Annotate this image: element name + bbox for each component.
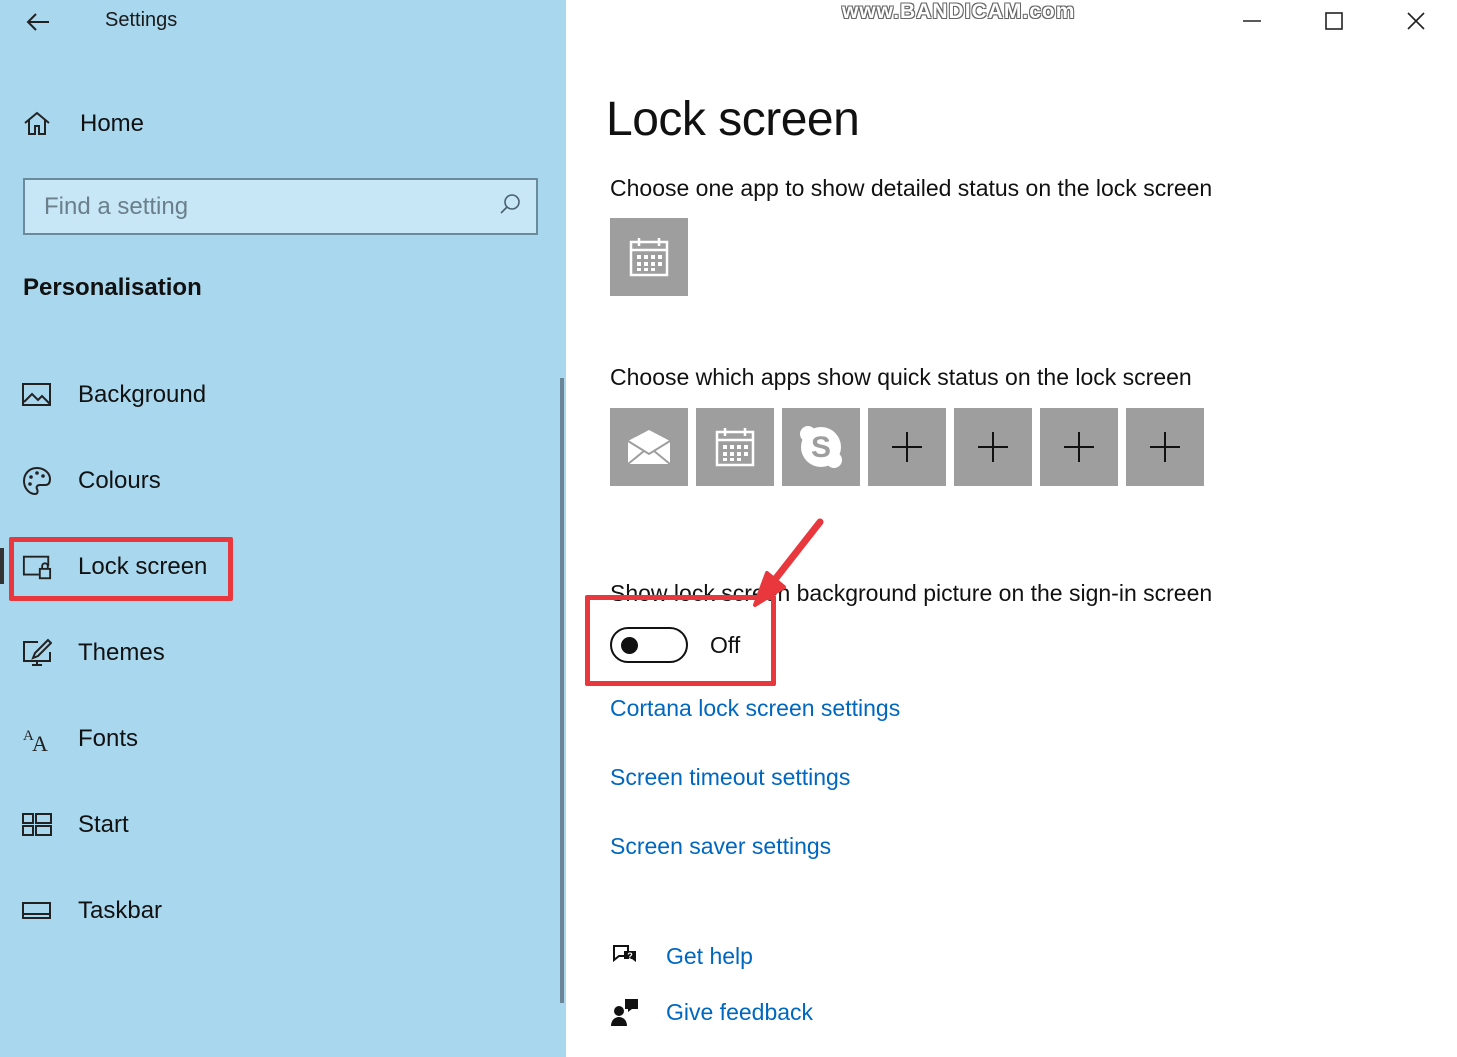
search-input[interactable] (44, 192, 498, 221)
annotation-arrow (753, 518, 824, 607)
sidebar-item-label: Background (78, 381, 207, 408)
maximize-button[interactable] (1293, 0, 1375, 42)
signin-picture-toggle[interactable] (610, 627, 688, 663)
sidebar-item-start[interactable]: Start (22, 803, 129, 847)
give-feedback-row[interactable]: Give feedback (610, 997, 813, 1027)
sidebar-item-label: Fonts (78, 725, 139, 752)
quick-status-tile-mail[interactable] (610, 408, 688, 486)
give-feedback-link[interactable]: Give feedback (666, 999, 813, 1026)
sidebar: Settings Home Personalisation Background… (0, 0, 566, 1057)
sidebar-item-label: Start (78, 811, 129, 838)
get-help-row[interactable]: ? Get help (610, 942, 753, 970)
sidebar-item-home[interactable]: Home (22, 104, 144, 144)
plus-icon (978, 432, 1008, 462)
taskbar-icon (22, 896, 52, 926)
palette-icon (22, 466, 52, 496)
minimize-icon (1243, 20, 1261, 22)
picture-icon (22, 380, 52, 410)
quick-status-tile-add-3[interactable] (1040, 408, 1118, 486)
main-content: www.BANDICAM.com Lock screen Choose one … (566, 0, 1457, 1057)
quick-status-tile-add-1[interactable] (868, 408, 946, 486)
detailed-status-tile[interactable] (610, 218, 688, 296)
home-icon (22, 109, 52, 139)
signin-picture-label: Show lock screen background picture on t… (610, 580, 1213, 606)
mail-icon (627, 430, 671, 465)
svg-text:S: S (811, 431, 831, 464)
search-box[interactable] (23, 178, 538, 235)
detailed-status-label: Choose one app to show detailed status o… (610, 175, 1213, 201)
plus-icon (1064, 432, 1094, 462)
window-controls (1211, 0, 1457, 42)
app-title: Settings (105, 9, 178, 31)
calendar-icon (629, 238, 669, 277)
back-arrow-icon (26, 13, 49, 31)
plus-icon (1150, 432, 1180, 462)
sidebar-item-colours[interactable]: Colours (22, 459, 161, 503)
section-heading: Personalisation (23, 274, 202, 301)
lock-screen-icon (22, 552, 52, 582)
screen-timeout-settings-link[interactable]: Screen timeout settings (610, 764, 850, 791)
quick-status-label: Choose which apps show quick status on t… (610, 364, 1192, 390)
sidebar-scrollbar[interactable] (560, 378, 564, 1003)
search-icon[interactable] (498, 192, 522, 221)
get-help-icon: ? (613, 945, 636, 963)
signin-picture-toggle-row: Off (610, 627, 740, 663)
screen-saver-settings-link[interactable]: Screen saver settings (610, 833, 831, 860)
toggle-knob (621, 637, 638, 654)
close-icon (1407, 12, 1425, 30)
get-help-link[interactable]: Get help (666, 943, 753, 970)
skype-icon: S (800, 426, 842, 468)
selected-indicator (0, 548, 4, 584)
sidebar-item-label: Taskbar (78, 897, 163, 924)
sidebar-item-background[interactable]: Background (22, 373, 206, 417)
maximize-icon (1325, 12, 1343, 30)
sidebar-item-label: Lock screen (78, 553, 208, 580)
calendar-icon (715, 428, 755, 467)
themes-icon (22, 638, 52, 668)
plus-icon (892, 432, 922, 462)
start-icon (22, 810, 52, 840)
sidebar-item-label: Colours (78, 467, 161, 494)
watermark: www.BANDICAM.com (842, 0, 1076, 23)
quick-status-tile-add-4[interactable] (1126, 408, 1204, 486)
quick-status-tile-add-2[interactable] (954, 408, 1032, 486)
minimize-button[interactable] (1211, 0, 1293, 42)
cortana-lock-screen-settings-link[interactable]: Cortana lock screen settings (610, 695, 900, 722)
svg-text:A: A (32, 731, 48, 754)
give-feedback-icon (611, 999, 638, 1026)
sidebar-item-label: Home (80, 110, 145, 137)
back-button[interactable] (22, 6, 54, 38)
sidebar-item-themes[interactable]: Themes (22, 631, 165, 675)
sidebar-item-label: Themes (78, 639, 165, 666)
sidebar-item-lock-screen[interactable]: Lock screen (22, 545, 207, 589)
sidebar-item-taskbar[interactable]: Taskbar (22, 889, 162, 933)
page-title: Lock screen (606, 93, 860, 146)
sidebar-item-fonts[interactable]: AA Fonts (22, 717, 138, 761)
close-button[interactable] (1375, 0, 1457, 42)
quick-status-tile-calendar[interactable] (696, 408, 774, 486)
fonts-icon: AA (22, 724, 52, 754)
toggle-state-label: Off (710, 631, 741, 658)
svg-text:?: ? (627, 951, 633, 961)
quick-status-tile-skype[interactable]: S (782, 408, 860, 486)
